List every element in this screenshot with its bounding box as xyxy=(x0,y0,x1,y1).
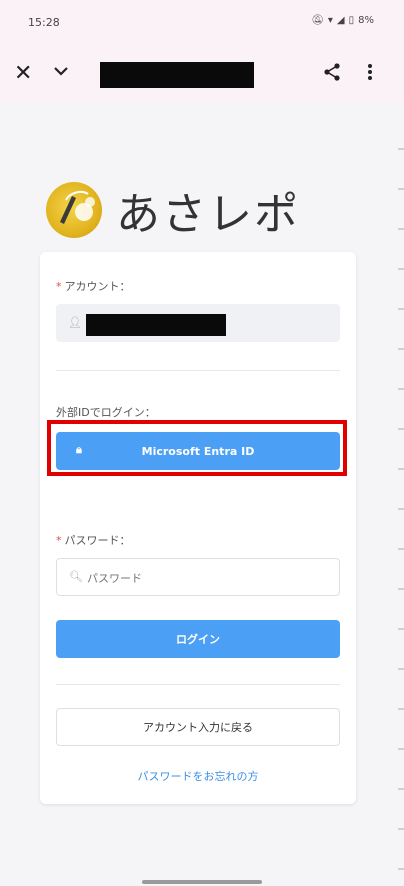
status-time: 15:28 xyxy=(28,16,60,29)
user-icon: 👤︎ xyxy=(68,316,82,329)
back-to-account-label: アカウント入力に戻る xyxy=(143,721,253,734)
status-icons: 🔕︎ ▾ ◢ ▯ 8% xyxy=(311,15,374,26)
more-vert-icon[interactable] xyxy=(366,62,374,88)
external-login-label: 外部IDでログイン： xyxy=(56,406,156,419)
battery-percent: 8% xyxy=(358,15,374,26)
logo-mark-icon xyxy=(46,182,102,238)
logo-text: あさレポ xyxy=(116,189,300,240)
chevron-down-icon[interactable] xyxy=(52,62,70,86)
key-icon: 🔍︎ xyxy=(69,570,83,583)
back-to-account-button[interactable]: アカウント入力に戻る xyxy=(56,708,340,746)
highlight-box xyxy=(47,420,347,476)
account-field[interactable]: 👤︎ xyxy=(56,304,340,342)
required-mark: * xyxy=(56,280,62,293)
url-bar-redacted[interactable] xyxy=(100,62,254,88)
battery-icon: ▯ xyxy=(348,15,355,26)
required-mark: * xyxy=(56,534,62,547)
password-field[interactable]: 🔍︎ xyxy=(56,558,340,596)
login-button-label: ログイン xyxy=(176,633,220,646)
share-icon[interactable] xyxy=(322,62,342,88)
close-icon[interactable]: ✕ xyxy=(14,62,32,86)
scroll-edge xyxy=(398,110,404,870)
login-button[interactable]: ログイン xyxy=(56,620,340,658)
divider xyxy=(56,370,340,371)
password-input[interactable] xyxy=(85,567,329,589)
divider xyxy=(56,684,340,685)
account-value-redacted xyxy=(86,314,226,336)
signal-icon: ◢ xyxy=(336,15,345,26)
status-bar: 15:28 🔕︎ ▾ ◢ ▯ 8% xyxy=(0,0,404,44)
wifi-icon: ▾ xyxy=(327,15,333,26)
password-label: * パスワード： xyxy=(56,534,131,547)
app-logo: あさレポ xyxy=(46,178,300,242)
account-label: * アカウント： xyxy=(56,280,131,293)
login-card: * アカウント： 👤︎ 外部IDでログイン： 🔒︎ Microsoft Entra… xyxy=(40,252,356,804)
forgot-password-link[interactable]: パスワードをお忘れの方 xyxy=(40,768,356,784)
home-indicator[interactable] xyxy=(142,880,262,884)
mute-icon: 🔕︎ xyxy=(311,15,324,26)
